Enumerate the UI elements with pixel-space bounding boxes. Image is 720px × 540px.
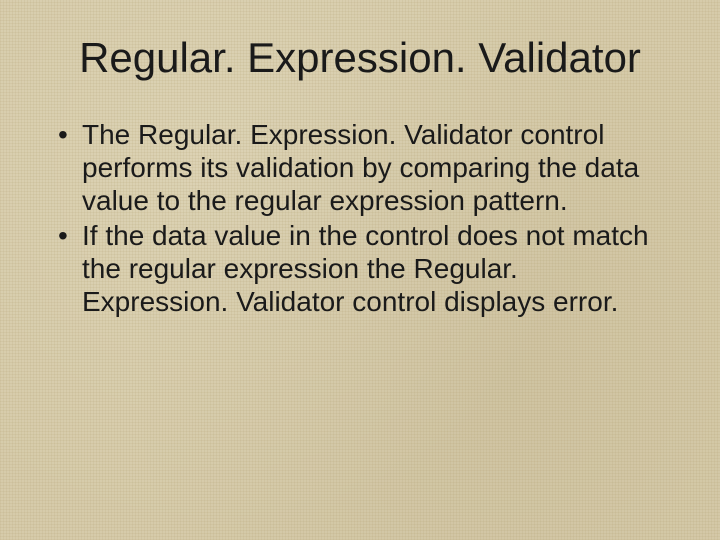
slide: Regular. Expression. Validator • The Reg… [0, 0, 720, 540]
slide-title: Regular. Expression. Validator [50, 34, 670, 82]
bullet-dot-icon: • [58, 219, 82, 252]
bullet-dot-icon: • [58, 118, 82, 151]
bullet-text: The Regular. Expression. Validator contr… [82, 118, 670, 217]
slide-body: • The Regular. Expression. Validator con… [50, 118, 670, 318]
bullet-text: If the data value in the control does no… [82, 219, 670, 318]
bullet-item: • If the data value in the control does … [58, 219, 670, 318]
bullet-item: • The Regular. Expression. Validator con… [58, 118, 670, 217]
